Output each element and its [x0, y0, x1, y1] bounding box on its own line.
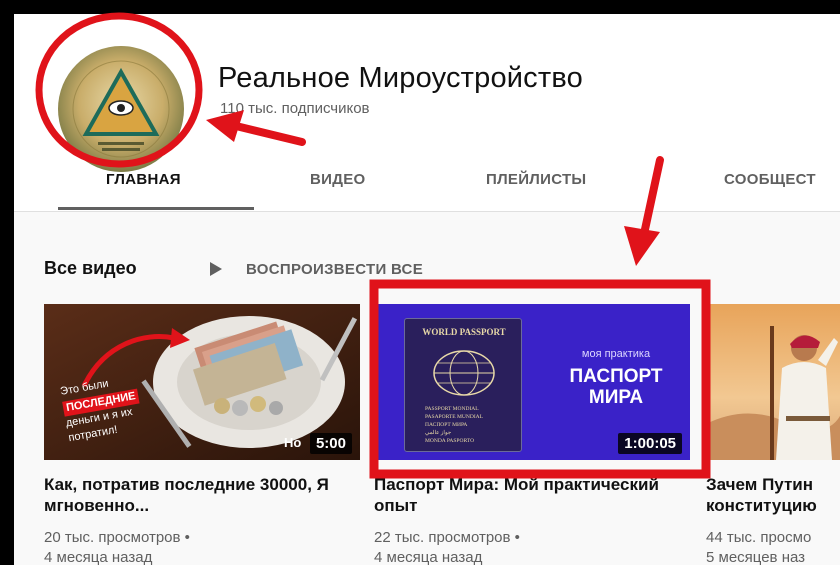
tab-home[interactable]: ГЛАВНАЯ: [106, 171, 181, 188]
active-tab-indicator: [58, 207, 254, 210]
thumbnail-corner-text: Но: [284, 435, 302, 450]
subscriber-count: 110 тыс. подписчиков: [220, 100, 370, 117]
play-all-label: ВОСПРОИЗВЕСТИ ВСЕ: [246, 260, 423, 278]
video-views: 22 тыс. просмотров •: [374, 529, 520, 546]
tab-community[interactable]: СООБЩЕСТ: [724, 171, 816, 188]
thumbnail-headline-line: МИРА: [588, 387, 644, 408]
section-title: Все видео: [44, 258, 137, 278]
passport-cover-lines: PASSPORT MONDIAL PASAPORTE MUNDIAL ПАСПО…: [425, 405, 483, 445]
tab-videos[interactable]: ВИДЕО: [310, 171, 365, 188]
video-thumbnail[interactable]: Это были ПОСЛЕДНИЕ деньги и я их потрати…: [44, 304, 360, 460]
play-all-button[interactable]: ВОСПРОИЗВЕСТИ ВСЕ: [210, 258, 423, 280]
channel-title: Реальное Мироустройство: [218, 62, 583, 94]
video-age: 4 месяца назад: [374, 549, 483, 565]
passport-line: ПАСПОРТ МИРА: [425, 422, 468, 428]
thumbnail-subtitle: моя практика: [581, 348, 651, 360]
video-thumbnail[interactable]: WORLD PASSPORT PASSPORT MONDIAL PASAPORT…: [374, 304, 690, 460]
video-title[interactable]: Зачем Путин конституцию: [706, 474, 840, 516]
passport-line: PASSPORT MONDIAL: [425, 406, 479, 412]
all-seeing-eye-pyramid-icon: [72, 60, 170, 158]
video-title[interactable]: Паспорт Мира: Мой практический опыт: [374, 474, 674, 516]
play-icon: [210, 262, 222, 276]
video-title[interactable]: Как, потратив последние 30000, Я мгновен…: [44, 474, 344, 516]
video-card[interactable]: Зачем Путин конституцию 44 тыс. просмо 5…: [706, 304, 840, 565]
video-duration: 5:00: [309, 433, 352, 454]
channel-avatar[interactable]: [58, 46, 184, 172]
passport-line: جواز عالمي: [425, 430, 452, 436]
channel-content: Все видео ВОСПРОИЗВЕСТИ ВСЕ Это были ПОС…: [14, 212, 840, 565]
video-card[interactable]: WORLD PASSPORT PASSPORT MONDIAL PASAPORT…: [374, 304, 690, 565]
thumbnail-headline: ПАСПОРТ МИРА: [550, 366, 682, 408]
video-views: 20 тыс. просмотров •: [44, 529, 190, 546]
passport-line: MONDA PASPORTO: [425, 438, 475, 444]
passport-line: PASAPORTE MUNDIAL: [425, 414, 483, 420]
video-card[interactable]: Это были ПОСЛЕДНИЕ деньги и я их потрати…: [44, 304, 360, 565]
tab-playlists[interactable]: ПЛЕЙЛИСТЫ: [486, 171, 586, 188]
video-age: 4 месяца назад: [44, 549, 153, 565]
channel-header: Реальное Мироустройство 110 тыс. подписч…: [14, 14, 840, 212]
video-duration: 1:00:05: [618, 433, 682, 454]
video-views: 44 тыс. просмо: [706, 529, 812, 546]
video-age: 5 месяцев наз: [706, 549, 806, 565]
thumbnail-caption: Это были ПОСЛЕДНИЕ деньги и я их потрати…: [59, 372, 145, 446]
thumbnail-headline-line: ПАСПОРТ: [569, 366, 663, 387]
video-thumbnail[interactable]: [706, 304, 840, 460]
passport-cover-image: WORLD PASSPORT PASSPORT MONDIAL PASAPORT…: [404, 318, 522, 452]
channel-page: Реальное Мироустройство 110 тыс. подписч…: [14, 14, 840, 565]
desert-man-thumbnail-image: [706, 304, 840, 460]
